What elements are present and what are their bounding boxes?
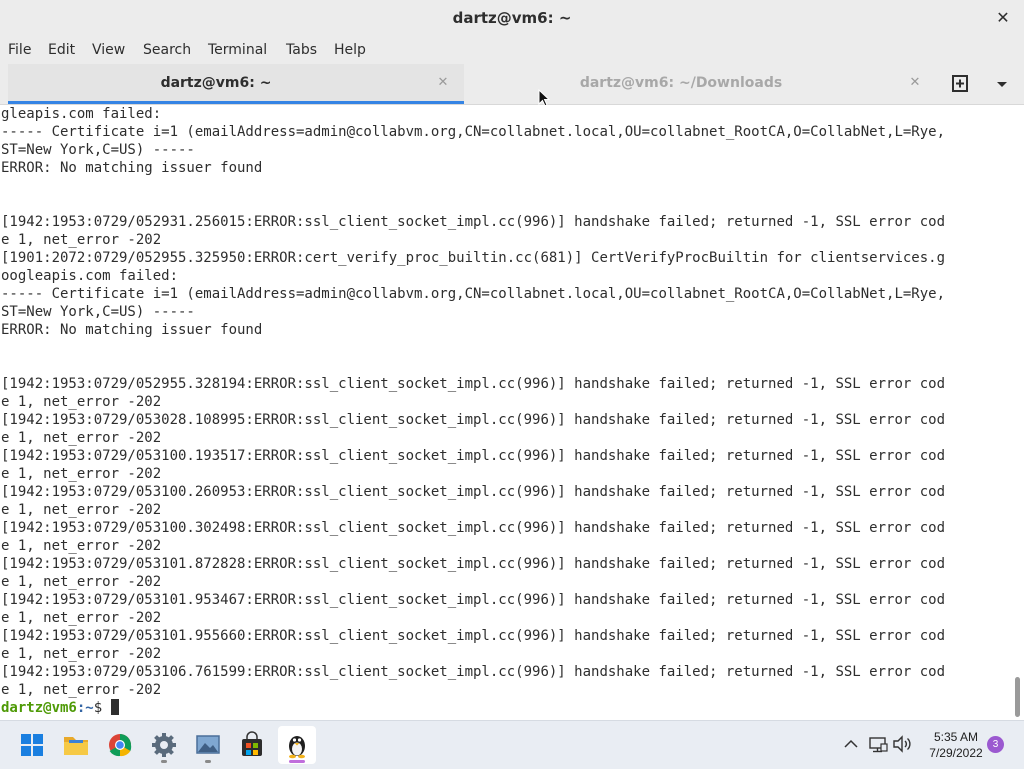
menu-file[interactable]: File — [8, 36, 31, 64]
terminal-line: [1942:1953:0729/053028.108995:ERROR:ssl_… — [1, 412, 946, 428]
tab-downloads[interactable]: dartz@vm6: ~/Downloads ✕ — [466, 64, 936, 104]
terminal-line: ----- Certificate i=1 (emailAddress=admi… — [1, 124, 946, 140]
tab-downloads-close-icon[interactable]: ✕ — [906, 74, 924, 92]
tux-icon — [289, 736, 305, 759]
terminal-line: [1942:1953:0729/053100.260953:ERROR:ssl_… — [1, 484, 946, 500]
terminal-line: [1942:1953:0729/053106.761599:ERROR:ssl_… — [1, 664, 946, 680]
menu-edit[interactable]: Edit — [48, 36, 75, 64]
terminal-line: e 1, net_error -202 — [1, 502, 162, 518]
terminal-line: e 1, net_error -202 — [1, 430, 162, 446]
new-tab-icon — [952, 75, 968, 92]
volume-button[interactable] — [891, 733, 913, 755]
chrome-icon — [109, 734, 132, 757]
settings-button[interactable] — [145, 726, 183, 764]
text-cursor — [110, 699, 119, 715]
terminal-line: e 1, net_error -202 — [1, 610, 162, 626]
windows-logo-icon — [21, 734, 43, 756]
linux-terminal-button[interactable] — [278, 726, 316, 764]
window-title: dartz@vm6: ~ — [452, 9, 572, 27]
image-icon — [196, 735, 220, 754]
network-button[interactable] — [867, 733, 889, 755]
scrollbar-thumb[interactable] — [1015, 677, 1020, 717]
menu-view[interactable]: View — [92, 36, 125, 64]
prompt-user: dartz@vm6 — [1, 700, 77, 716]
terminal-line: [1942:1953:0729/053100.302498:ERROR:ssl_… — [1, 520, 946, 536]
start-button[interactable] — [13, 726, 51, 764]
active-tab-indicator — [8, 101, 464, 104]
store-button[interactable] — [233, 726, 271, 764]
terminal-line: ----- Certificate i=1 (emailAddress=admi… — [1, 286, 946, 302]
menu-bar: File Edit View Search Terminal Tabs Help — [0, 36, 1024, 64]
terminal-line: e 1, net_error -202 — [1, 232, 162, 248]
file-explorer-button[interactable] — [57, 726, 95, 764]
terminal-line: e 1, net_error -202 — [1, 646, 162, 662]
prompt-symbol: $ — [93, 700, 111, 716]
terminal-line: ERROR: No matching issuer found — [1, 160, 263, 176]
terminal-line: ST=New York,C=US) ----- — [1, 142, 195, 158]
clock-time: 5:35 AM — [933, 730, 979, 744]
terminal-prompt-line[interactable]: dartz@vm6:~$ — [1, 699, 119, 717]
terminal-line: gleapis.com failed: — [1, 106, 162, 122]
terminal-line: ERROR: No matching issuer found — [1, 322, 263, 338]
terminal-line: [1942:1953:0729/053101.953467:ERROR:ssl_… — [1, 592, 946, 608]
menu-search[interactable]: Search — [143, 36, 191, 64]
chevron-up-icon — [844, 739, 858, 748]
tray-overflow-button[interactable] — [840, 733, 862, 755]
chevron-down-icon — [997, 82, 1007, 87]
photos-button[interactable] — [189, 726, 227, 764]
terminal-line: [1901:2072:0729/052955.325950:ERROR:cert… — [1, 250, 946, 266]
terminal-output[interactable]: gleapis.com failed: ----- Certificate i=… — [0, 105, 1012, 720]
tab-home-close-icon[interactable]: ✕ — [434, 74, 452, 92]
terminal-line: ST=New York,C=US) ----- — [1, 304, 195, 320]
window-titlebar: dartz@vm6: ~ ✕ — [0, 0, 1024, 36]
terminal-line: [1942:1953:0729/053101.872828:ERROR:ssl_… — [1, 556, 946, 572]
speaker-icon — [893, 735, 911, 753]
running-indicator — [205, 760, 211, 763]
terminal-line: oogleapis.com failed: — [1, 268, 179, 284]
network-icon — [869, 737, 888, 753]
terminal-scrollbar[interactable] — [1012, 105, 1024, 720]
terminal-line: e 1, net_error -202 — [1, 574, 162, 590]
folder-icon — [64, 737, 88, 755]
terminal-line: [1942:1953:0729/052955.328194:ERROR:ssl_… — [1, 376, 946, 392]
terminal-line: e 1, net_error -202 — [1, 394, 162, 410]
terminal-line: [1942:1953:0729/052931.256015:ERROR:ssl_… — [1, 214, 946, 230]
terminal-line: [1942:1953:0729/053101.955660:ERROR:ssl_… — [1, 628, 946, 644]
clock-date: 7/29/2022 — [929, 746, 983, 760]
menu-help[interactable]: Help — [334, 36, 366, 64]
store-bag-icon — [242, 731, 262, 756]
notification-badge[interactable]: 3 — [987, 736, 1004, 753]
gear-icon — [152, 733, 176, 757]
menu-tabs[interactable]: Tabs — [286, 36, 317, 64]
taskbar-clock[interactable]: 5:35 AM 7/29/2022 — [918, 729, 994, 761]
tab-downloads-label: dartz@vm6: ~/Downloads — [579, 75, 783, 91]
new-tab-button[interactable] — [948, 73, 972, 95]
terminal-line: e 1, net_error -202 — [1, 682, 162, 698]
tab-home[interactable]: dartz@vm6: ~ ✕ — [8, 64, 464, 104]
terminal-line: [1942:1953:0729/053100.193517:ERROR:ssl_… — [1, 448, 946, 464]
close-window-button[interactable]: ✕ — [992, 7, 1014, 29]
running-indicator — [161, 760, 167, 763]
menu-terminal[interactable]: Terminal — [208, 36, 267, 64]
taskbar: 5:35 AM 7/29/2022 3 — [0, 720, 1024, 769]
prompt-path: :~ — [76, 700, 94, 716]
terminal-line: e 1, net_error -202 — [1, 466, 162, 482]
tabs-dropdown-button[interactable] — [990, 73, 1014, 95]
tab-home-label: dartz@vm6: ~ — [160, 75, 272, 91]
chrome-button[interactable] — [101, 726, 139, 764]
active-app-indicator — [289, 760, 305, 763]
terminal-line: e 1, net_error -202 — [1, 538, 162, 554]
tab-bar: dartz@vm6: ~ ✕ dartz@vm6: ~/Downloads ✕ — [0, 64, 1024, 105]
